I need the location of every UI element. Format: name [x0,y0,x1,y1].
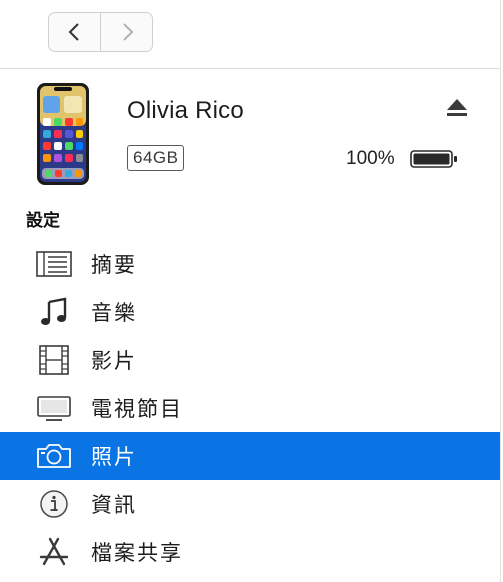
menu-item-label: 照片 [91,446,137,469]
settings-menu: 摘要 音樂 影片 電視節目 照片 資訊 檔案共享 [0,240,500,576]
app-store-icon [34,536,74,568]
menu-item-photos[interactable]: 照片 [0,432,500,480]
device-name: Olivia Rico [127,97,244,124]
eject-icon[interactable] [446,98,468,118]
menu-item-music[interactable]: 音樂 [0,288,500,336]
capacity-badge: 64GB [127,145,185,171]
menu-item-movies[interactable]: 影片 [0,336,500,384]
menu-item-label: 資訊 [91,494,137,517]
menu-item-tv-shows[interactable]: 電視節目 [0,384,500,432]
info-icon [34,488,74,520]
music-note-icon [34,296,74,328]
navigation-buttons [48,12,153,52]
battery-icon [410,150,457,168]
camera-icon [34,440,74,472]
menu-item-label: 電視節目 [91,398,183,421]
summary-icon [34,248,74,280]
back-button[interactable] [49,13,100,51]
menu-item-file-sharing[interactable]: 檔案共享 [0,528,500,576]
device-header: Olivia Rico 64GB 100% [0,70,500,198]
menu-item-label: 音樂 [91,302,137,325]
settings-heading: 設定 [26,211,60,230]
menu-item-label: 影片 [91,350,137,373]
chevron-left-icon [68,23,79,41]
film-icon [34,344,74,376]
forward-button[interactable] [100,13,152,51]
iphone-device-icon [37,83,89,185]
menu-item-summary[interactable]: 摘要 [0,240,500,288]
menu-item-label: 摘要 [91,254,137,277]
chevron-right-icon [122,23,133,41]
menu-item-label: 檔案共享 [91,542,183,565]
sidebar-panel: Olivia Rico 64GB 100% 設定 摘要 音樂 影片 電視節目 照… [0,0,501,582]
menu-item-info[interactable]: 資訊 [0,480,500,528]
battery-percentage: 100% [346,148,395,169]
toolbar [0,0,500,69]
tv-icon [34,392,74,424]
